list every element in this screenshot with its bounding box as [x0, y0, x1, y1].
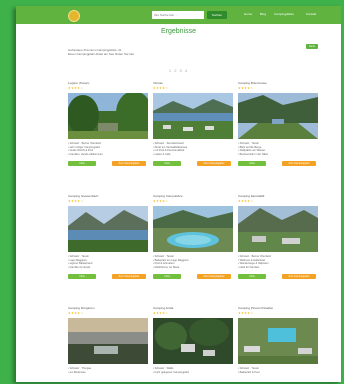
results-note: Einen Campingplatz direkt am See finden … [68, 52, 135, 56]
card-features: • Schweiz · Berner Oberland • Wellness & … [238, 255, 271, 269]
campsite-photo[interactable] [68, 206, 148, 252]
campsite-photo[interactable] [153, 206, 233, 252]
result-card: Lugano (Tessin) ★★★★☆ • Schweiz · Berner… [68, 81, 148, 171]
star-rating: ★★★★☆ [238, 311, 254, 315]
to-campsite-button[interactable]: Zum Campingplatz [282, 274, 316, 279]
star-rating: ★★★★☆ [68, 311, 84, 315]
star-rating: ★★★★☆ [153, 199, 169, 203]
info-button[interactable]: Infos [68, 274, 96, 279]
card-title[interactable]: Camping Arolla [153, 306, 173, 310]
result-card: Camping Arolla ★★★★☆ • Schweiz · Wallis •… [153, 306, 233, 382]
result-card: Camping Giessenbach ★★★★☆ • Schweiz · Te… [68, 194, 148, 284]
result-card: Camping Campofelice ★★★★☆ • Schweiz · Te… [153, 194, 233, 284]
star-rating: ★★★★☆ [238, 199, 254, 203]
card-features: • Schweiz · Zentralschweiz • direkt am Vi… [153, 142, 188, 156]
result-card: Camping Piccolo Paradiso ★★★★☆ • Schweiz… [238, 306, 318, 382]
info-button[interactable]: Infos [68, 161, 96, 166]
results-page: Suchen Home Blog Campingplätze Kontakt E… [16, 6, 341, 382]
card-title[interactable]: Camping Giessenbach [68, 194, 98, 198]
to-campsite-button[interactable]: Zum Campingplatz [282, 161, 316, 166]
site-logo[interactable] [68, 10, 80, 22]
to-campsite-button[interactable]: Zum Campingplatz [112, 274, 146, 279]
result-card: Camping Eienwäldli ★★★★☆ • Schweiz · Ber… [238, 194, 318, 284]
info-button[interactable]: Infos [153, 274, 181, 279]
card-title[interactable]: Lugano (Tessin) [68, 81, 89, 85]
nav-kontakt[interactable]: Kontakt [306, 12, 316, 16]
map-button[interactable]: Karte [306, 44, 318, 49]
nav-campingplaetze[interactable]: Campingplätze [274, 12, 294, 16]
campsite-photo[interactable] [68, 93, 148, 139]
result-card: Vitznau ★★★★☆ • Schweiz · Zentralschweiz… [153, 81, 233, 171]
to-campsite-button[interactable]: Zum Campingplatz [197, 274, 231, 279]
star-rating: ★★★★☆ [68, 86, 84, 90]
campsite-photo[interactable] [238, 318, 318, 364]
site-header: Suchen Home Blog Campingplätze Kontakt [16, 6, 341, 24]
page-title: Ergebnisse [160, 28, 197, 35]
campsite-photo[interactable] [68, 318, 148, 364]
campsite-photo[interactable] [238, 206, 318, 252]
card-title[interactable]: Camping Morgarten [68, 306, 95, 310]
result-card: Camping Brienzersee ★★★★☆ • Schweiz · Te… [238, 81, 318, 171]
nav-home[interactable]: Home [244, 12, 252, 16]
card-title[interactable]: Camping Eienwäldli [238, 194, 264, 198]
card-title[interactable]: Camping Brienzersee [238, 81, 267, 85]
card-features: • Schweiz · Wallis • hoch gelegener Campi… [153, 367, 190, 374]
campsite-photo[interactable] [238, 93, 318, 139]
nav-blog[interactable]: Blog [260, 12, 266, 16]
result-card: Camping Morgarten ★★★★☆ • Schweiz · Thur… [68, 306, 148, 382]
to-campsite-button[interactable]: Zum Campingplatz [112, 161, 146, 166]
search-button[interactable]: Suchen [207, 11, 227, 19]
card-features: • Schweiz · Tessin • Blick auf die Berge •… [238, 142, 269, 156]
card-features: • Schweiz · Berner Oberland • sehr ruhige… [68, 142, 103, 156]
campsite-photo[interactable] [153, 93, 233, 139]
card-features: • Schweiz · Tessin • Lago Maggiore • eigen… [68, 255, 93, 269]
card-title[interactable]: Vitznau [153, 81, 163, 85]
star-rating: ★★★★☆ [153, 86, 169, 90]
card-title[interactable]: Camping Piccolo Paradiso [238, 306, 273, 310]
pagination[interactable]: 1 2 3 4 [16, 68, 341, 73]
results-info: Gefundene Premium-Campingplätze: 21 Eine… [68, 48, 134, 56]
card-features: • Schweiz · Tessin • Badeplatz am Lago Ma… [153, 255, 189, 269]
card-title[interactable]: Camping Campofelice [153, 194, 183, 198]
card-features: • Schweiz · Tessin • Badeplatz & Pool [238, 367, 260, 374]
card-features: • Schweiz · Thurgau • am Bodensee [68, 367, 92, 374]
info-button[interactable]: Infos [238, 161, 266, 166]
star-rating: ★★★★☆ [68, 199, 84, 203]
to-campsite-button[interactable]: Zum Campingplatz [197, 161, 231, 166]
info-button[interactable]: Infos [238, 274, 266, 279]
star-rating: ★★★★☆ [238, 86, 254, 90]
star-rating: ★★★★☆ [153, 311, 169, 315]
search-input[interactable] [152, 11, 204, 19]
info-button[interactable]: Infos [153, 161, 181, 166]
campsite-photo[interactable] [153, 318, 233, 364]
